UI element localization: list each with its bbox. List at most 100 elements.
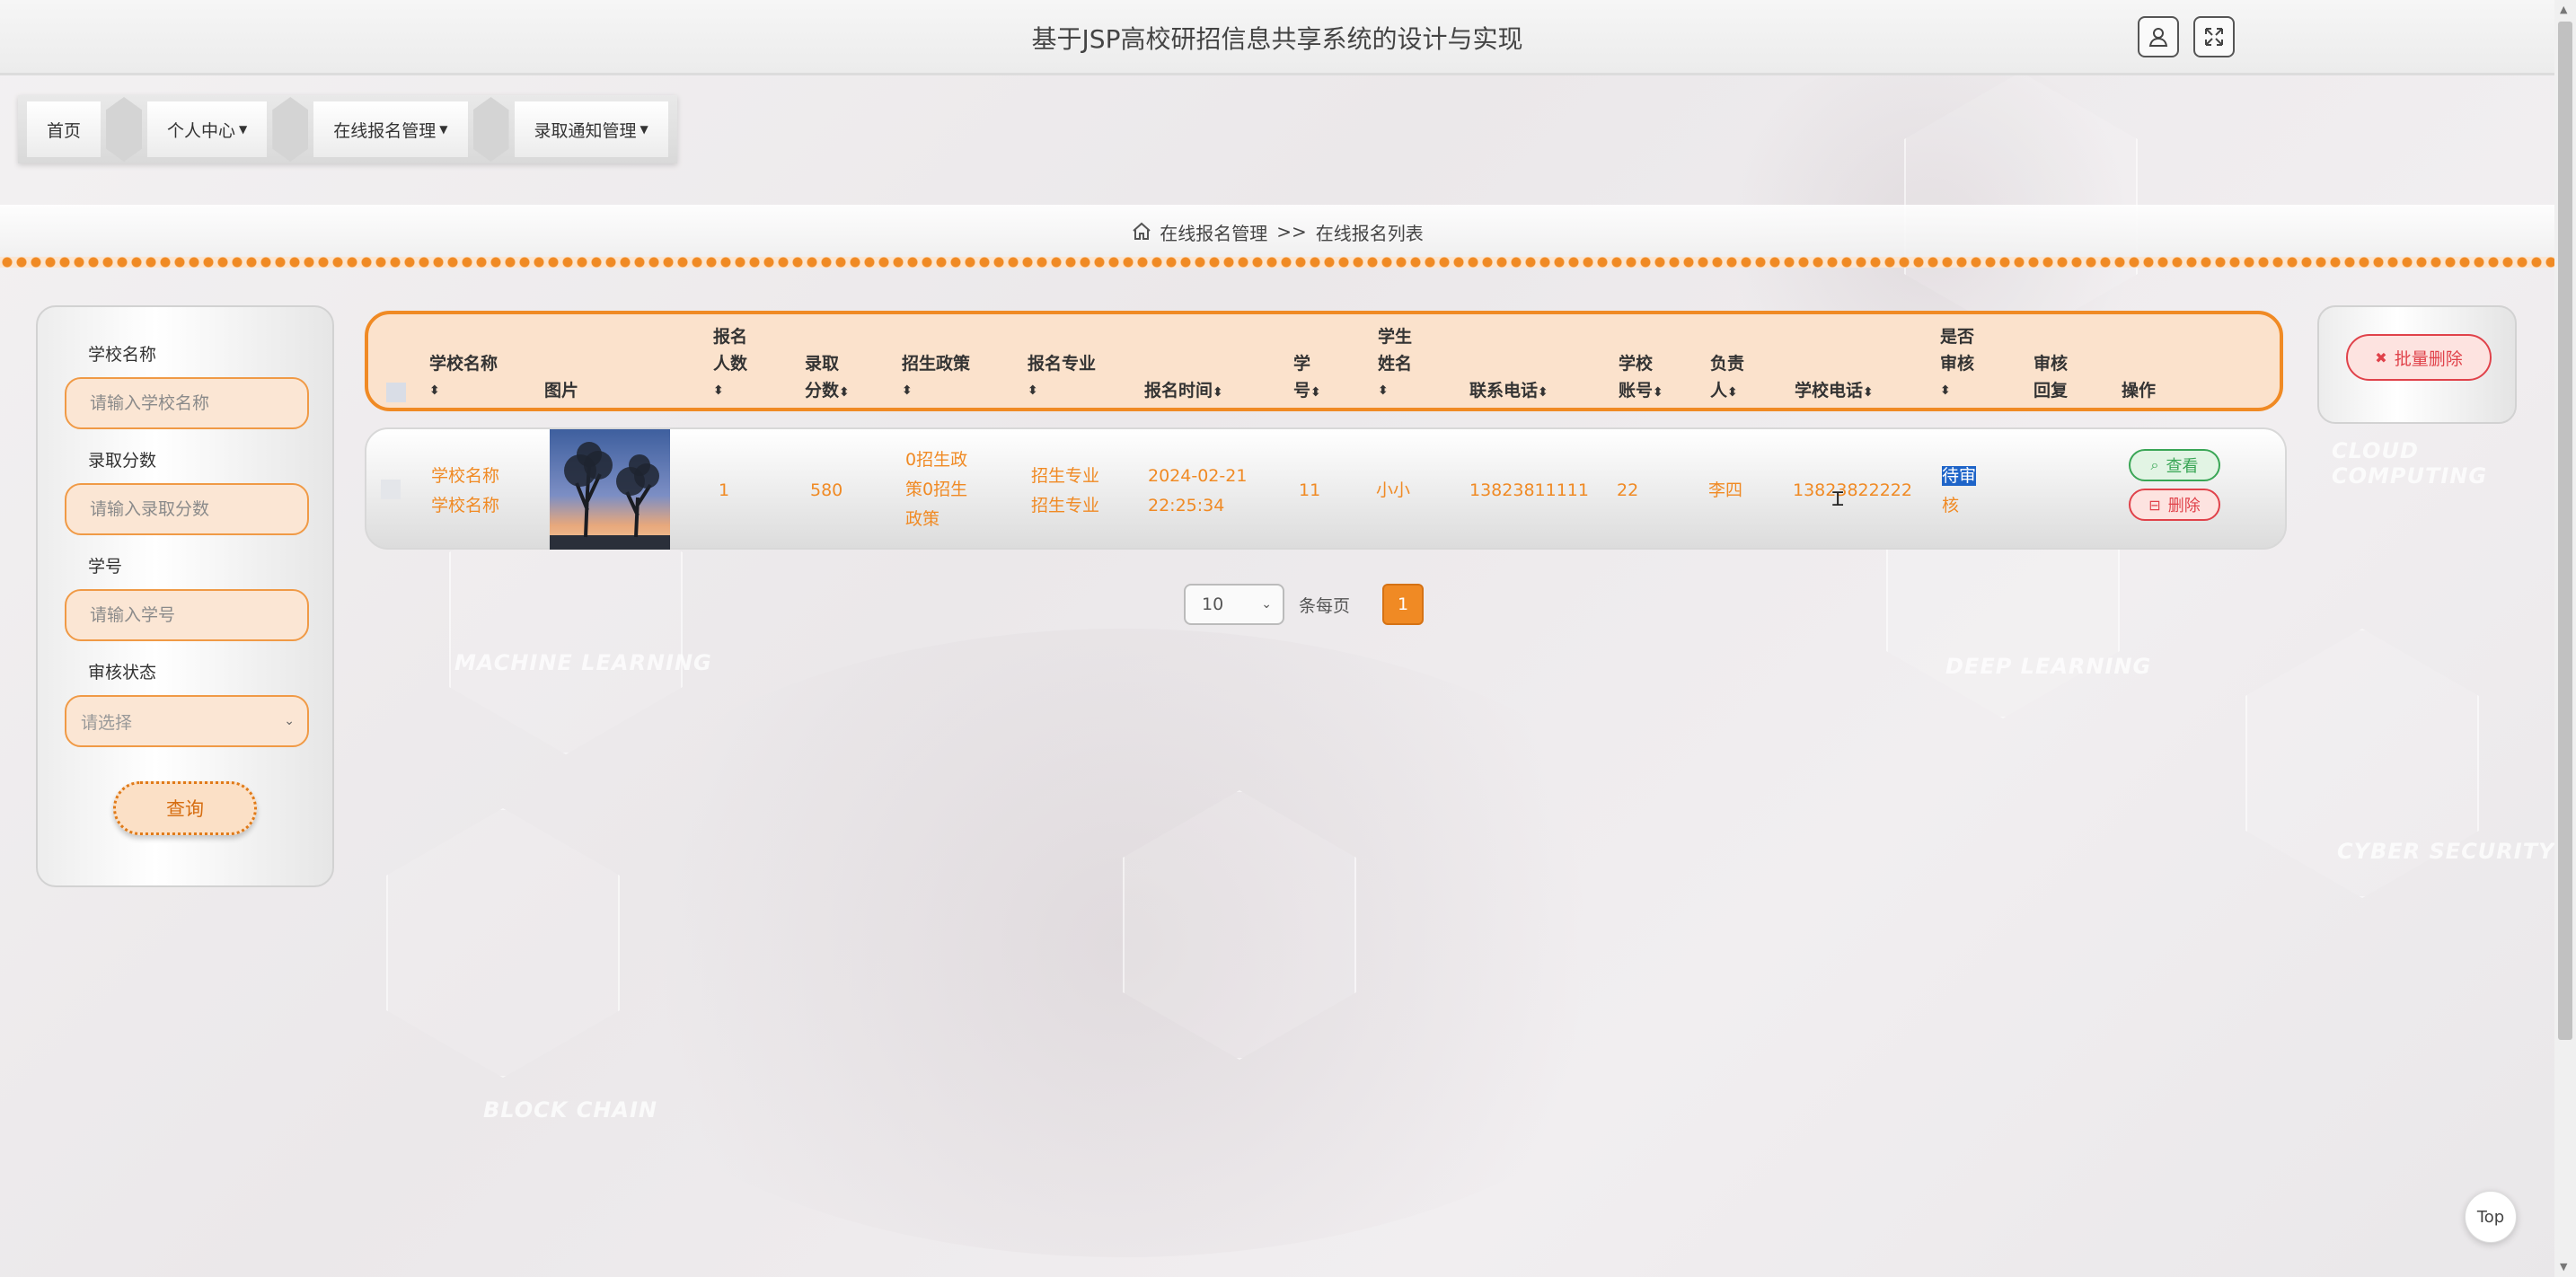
scrollbar[interactable]: ▲ ▼ xyxy=(2554,0,2576,1277)
cell-signup-time: 2024-02-21 22:25:34 xyxy=(1148,466,1248,515)
per-page-text: 条每页 xyxy=(1299,595,1351,616)
sort-icon: ⬍ xyxy=(1310,385,1321,400)
nav-signup-management[interactable]: 在线报名管理 ▼ xyxy=(313,101,468,157)
view-icon: ⌕ xyxy=(2150,456,2159,473)
th-audited[interactable]: 是否 审核 ⬍ xyxy=(1940,323,1974,404)
cell-school-account: 22 xyxy=(1617,480,1639,500)
chevron-down-icon: ⌄ xyxy=(1261,597,1272,612)
back-to-top-button[interactable]: Top xyxy=(2465,1191,2517,1243)
view-button[interactable]: ⌕ 查看 xyxy=(2129,449,2220,481)
cell-signup-count: 1 xyxy=(719,480,730,500)
student-no-label: 学号 xyxy=(88,557,123,577)
scroll-down-icon[interactable]: ▼ xyxy=(2560,1261,2567,1273)
school-name-input[interactable] xyxy=(65,377,309,429)
close-icon: ✖ xyxy=(2375,348,2387,366)
nav-home-label: 首页 xyxy=(47,120,82,141)
th-score[interactable]: 录取 分数⬍ xyxy=(805,350,850,406)
cell-phone: 13823811111 xyxy=(1469,480,1589,500)
bg-word-blockchain: BLOCK CHAIN xyxy=(483,1097,657,1123)
sort-icon: ⬍ xyxy=(713,383,724,398)
delete-label: 删除 xyxy=(2167,497,2201,515)
sort-icon: ⬍ xyxy=(1863,385,1874,400)
text-cursor-icon: Ɪ xyxy=(1832,489,1844,511)
minus-box-icon: ⊟ xyxy=(2148,496,2161,514)
query-button[interactable]: 查询 xyxy=(113,781,257,835)
th-major[interactable]: 报名专业 ⬍ xyxy=(1028,350,1096,404)
sort-icon: ⬍ xyxy=(1653,385,1663,400)
main-nav: 首页 个人中心 ▼ 在线报名管理 ▼ 录取通知管理 ▼ xyxy=(18,95,677,163)
row-checkbox[interactable] xyxy=(381,480,401,499)
sort-icon: ⬍ xyxy=(1727,385,1738,400)
cell-owner: 李四 xyxy=(1708,480,1743,500)
scroll-up-icon[interactable]: ▲ xyxy=(2560,4,2567,15)
score-input[interactable] xyxy=(65,483,309,535)
th-signup-count[interactable]: 报名 人数 ⬍ xyxy=(713,323,747,404)
student-no-input[interactable] xyxy=(65,589,309,641)
th-audit-reply: 审核 回复 xyxy=(2033,354,2069,401)
th-policy[interactable]: 招生政策 ⬍ xyxy=(902,350,970,404)
scrollbar-thumb[interactable] xyxy=(2558,22,2572,1040)
bg-word-cloud: CLOUD COMPUTING xyxy=(2332,438,2488,489)
cell-student-name: 小小 xyxy=(1376,480,1411,500)
cell-policy: 0招生政 策0招生 政策 xyxy=(905,450,968,529)
bg-word-cyber: CYBER SECURITY xyxy=(2337,839,2555,864)
caret-down-icon: ▼ xyxy=(239,123,248,136)
audit-status-placeholder: 请选择 xyxy=(81,712,133,733)
nav-admission-notice[interactable]: 录取通知管理 ▼ xyxy=(514,101,668,157)
background-pattern: CLOUD COMPUTING MACHINE LEARNING DEEP LE… xyxy=(0,0,2576,1277)
breadcrumb-separator: >> xyxy=(1276,221,1307,242)
sort-icon: ⬍ xyxy=(429,383,440,398)
home-icon[interactable] xyxy=(1131,221,1152,242)
sort-icon: ⬍ xyxy=(839,385,850,400)
view-label: 查看 xyxy=(2166,457,2199,476)
cell-score: 580 xyxy=(810,480,843,500)
batch-delete-label: 批量删除 xyxy=(2394,348,2463,369)
th-owner[interactable]: 负责 人⬍ xyxy=(1710,350,1744,406)
delete-button[interactable]: ⊟ 删除 xyxy=(2129,489,2220,521)
user-icon[interactable] xyxy=(2138,16,2179,57)
th-school-phone[interactable]: 学校电话⬍ xyxy=(1795,377,1874,406)
page-number-button[interactable]: 1 xyxy=(1382,584,1425,625)
select-all-checkbox[interactable] xyxy=(386,383,406,402)
cell-student-no: 11 xyxy=(1299,480,1321,500)
fullscreen-icon[interactable] xyxy=(2193,16,2235,57)
bg-word-dl: DEEP LEARNING xyxy=(1945,654,2152,679)
th-actions: 操作 xyxy=(2122,381,2157,401)
caret-down-icon: ▼ xyxy=(439,123,448,136)
batch-delete-button[interactable]: ✖ 批量删除 xyxy=(2346,334,2492,381)
th-image: 图片 xyxy=(544,381,579,401)
nav-divider xyxy=(106,97,143,162)
caret-down-icon: ▼ xyxy=(640,123,648,136)
breadcrumb-current: 在线报名列表 xyxy=(1315,222,1424,244)
th-phone[interactable]: 联系电话⬍ xyxy=(1469,377,1548,406)
score-label: 录取分数 xyxy=(88,451,157,471)
audit-status-highlight: 待审 xyxy=(1942,466,1977,486)
cell-major: 招生专业 招生专业 xyxy=(1031,466,1100,515)
breadcrumb: 在线报名管理 >> 在线报名列表 xyxy=(0,205,2554,259)
nav-divider xyxy=(472,97,509,162)
page-size-select[interactable]: 10 ⌄ xyxy=(1184,584,1284,625)
th-signup-time[interactable]: 报名时间⬍ xyxy=(1144,377,1223,406)
nav-home[interactable]: 首页 xyxy=(27,101,101,157)
th-student-name[interactable]: 学生 姓名 ⬍ xyxy=(1378,323,1412,404)
breadcrumb-parent[interactable]: 在线报名管理 xyxy=(1160,219,1267,245)
th-school-name[interactable]: 学校名称 ⬍ xyxy=(429,350,498,404)
batch-action-panel: ✖ 批量删除 xyxy=(2317,305,2517,424)
audit-status-select[interactable]: 请选择 ⌄ xyxy=(65,695,309,747)
top-header: 基于JSP高校研招信息共享系统的设计与实现 xyxy=(0,0,2554,75)
sort-icon: ⬍ xyxy=(1213,385,1223,400)
nav-admission-notice-label: 录取通知管理 xyxy=(534,120,637,141)
page-size-value: 10 xyxy=(1202,594,1224,614)
nav-personal-center[interactable]: 个人中心 ▼ xyxy=(147,101,268,157)
th-school-account[interactable]: 学校 账号⬍ xyxy=(1619,350,1663,406)
cell-audit-status: 待审核 xyxy=(1942,466,1977,515)
th-student-no[interactable]: 学号⬍ xyxy=(1293,350,1321,406)
sort-icon: ⬍ xyxy=(1538,385,1548,400)
nav-divider xyxy=(272,97,309,162)
audit-status-label: 审核状态 xyxy=(88,663,157,683)
nav-signup-management-label: 在线报名管理 xyxy=(333,120,437,141)
cell-school-name: 学校名称 学校名称 xyxy=(431,466,500,515)
sort-icon: ⬍ xyxy=(1940,383,1951,398)
search-panel: 学校名称 录取分数 学号 审核状态 请选择 ⌄ 查询 xyxy=(36,305,334,887)
decorative-dot-strip xyxy=(0,257,2554,268)
